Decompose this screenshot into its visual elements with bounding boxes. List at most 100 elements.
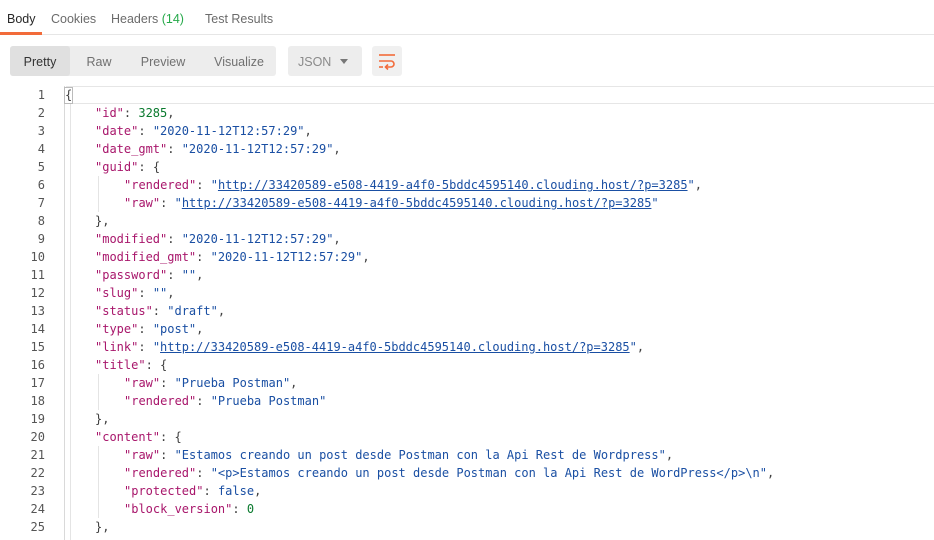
code-line: 3 "date": "2020-11-12T12:57:29",: [0, 122, 934, 140]
line-number: 2: [37, 106, 45, 120]
json-key: "rendered": [124, 178, 197, 192]
code-line: 19},: [0, 410, 934, 428]
code-text: "guid": {: [95, 160, 161, 174]
json-link[interactable]: http://33420589-e508-4419-a4f0-5bddc4595…: [160, 340, 630, 354]
line-number: 25: [30, 520, 45, 534]
code-line: 16 "title": {: [0, 356, 934, 374]
code-text: "rendered": "<p>Estamos creando un post …: [124, 466, 775, 480]
code-text: "date": "2020-11-12T12:57:29",: [95, 124, 312, 138]
code-line: 5 "guid": {: [0, 158, 934, 176]
code-text: "type": "post",: [95, 322, 204, 336]
headers-count-badge: (14): [161, 12, 184, 26]
code-line: 17 "raw": "Prueba Postman",: [0, 374, 934, 392]
line-number: 5: [37, 160, 45, 174]
code-line: 14 "type": "post",: [0, 320, 934, 338]
json-key: "password": [95, 268, 168, 282]
json-value: 0: [246, 502, 255, 516]
line-number: 16: [30, 358, 45, 372]
json-key: "rendered": [124, 466, 197, 480]
json-key: "link": [95, 340, 139, 354]
code-line: 1{: [0, 86, 934, 104]
line-number: 6: [37, 178, 45, 192]
code-line: 11 "password": "",: [0, 266, 934, 284]
json-value: },: [95, 214, 110, 228]
line-number: 10: [30, 250, 45, 264]
code-line: 10 "modified_gmt": "2020-11-12T12:57:29",: [0, 248, 934, 266]
code-text: "status": "draft",: [95, 304, 226, 318]
json-key: "raw": [124, 448, 161, 462]
json-key: "modified_gmt": [95, 250, 197, 264]
code-text: },: [95, 212, 109, 230]
line-number: 21: [30, 448, 45, 462]
visualize-button[interactable]: Visualize: [206, 46, 272, 76]
code-line: 25},: [0, 518, 934, 536]
json-value: "Prueba Postman": [210, 394, 327, 408]
line-number: 24: [30, 502, 45, 516]
json-value: "": [152, 286, 168, 300]
line-number: 3: [37, 124, 45, 138]
tab-test-results[interactable]: Test Results: [205, 0, 273, 34]
code-text: "rendered": "Prueba Postman": [124, 394, 327, 408]
json-link[interactable]: http://33420589-e508-4419-a4f0-5bddc4595…: [182, 196, 652, 210]
json-key: "id": [95, 106, 124, 120]
code-text: {: [64, 86, 74, 104]
line-number: 1: [37, 88, 45, 102]
line-number: 11: [30, 268, 45, 282]
code-text: "raw": "Estamos creando un post desde Po…: [124, 448, 674, 462]
tab-body[interactable]: Body: [7, 0, 36, 34]
json-key: "raw": [124, 196, 161, 210]
json-value: "post": [152, 322, 197, 336]
json-link[interactable]: http://33420589-e508-4419-a4f0-5bddc4595…: [218, 178, 688, 192]
wrap-lines-button[interactable]: [372, 46, 402, 76]
json-value: },: [95, 520, 110, 534]
json-value: "2020-11-12T12:57:29": [210, 250, 363, 264]
json-value: "draft": [167, 304, 218, 318]
json-key: "title": [95, 358, 146, 372]
code-line: 4 "date_gmt": "2020-11-12T12:57:29",: [0, 140, 934, 158]
wrap-lines-icon: [379, 54, 395, 71]
line-number: 15: [30, 340, 45, 354]
json-value: "2020-11-12T12:57:29": [152, 124, 305, 138]
line-number: 23: [30, 484, 45, 498]
code-line: 9 "modified": "2020-11-12T12:57:29",: [0, 230, 934, 248]
tab-label: Headers: [111, 12, 159, 26]
json-key: "modified": [95, 232, 168, 246]
json-key: "rendered": [124, 394, 197, 408]
code-text: },: [95, 410, 109, 428]
json-key: "date": [95, 124, 139, 138]
code-text: "modified_gmt": "2020-11-12T12:57:29",: [95, 250, 370, 264]
line-number: 17: [30, 376, 45, 390]
code-text: "id": 3285,: [95, 106, 175, 120]
json-value: "": [181, 268, 197, 282]
code-text: "title": {: [95, 358, 168, 372]
line-number: 19: [30, 412, 45, 426]
line-number: 22: [30, 466, 45, 480]
raw-button[interactable]: Raw: [76, 46, 122, 76]
code-line: 15 "link": "http://33420589-e508-4419-a4f…: [0, 338, 934, 356]
code-line: 18 "rendered": "Prueba Postman": [0, 392, 934, 410]
code-text: "date_gmt": "2020-11-12T12:57:29",: [95, 142, 341, 156]
code-text: "rendered": "http://33420589-e508-4419-a…: [124, 178, 703, 192]
pretty-button[interactable]: Pretty: [10, 46, 70, 76]
json-key: "slug": [95, 286, 139, 300]
code-text: "raw": "http://33420589-e508-4419-a4f0-5…: [124, 196, 659, 210]
format-select[interactable]: JSON: [288, 46, 362, 76]
line-number: 14: [30, 322, 45, 336]
tab-headers[interactable]: Headers (14): [111, 0, 184, 34]
code-text: "link": "http://33420589-e508-4419-a4f0-…: [95, 340, 645, 354]
code-text: "raw": "Prueba Postman",: [124, 376, 298, 390]
line-number: 13: [30, 304, 45, 318]
json-key: "status": [95, 304, 153, 318]
tab-cookies[interactable]: Cookies: [51, 0, 96, 34]
tab-label: Cookies: [51, 12, 97, 26]
line-number: 12: [30, 286, 45, 300]
response-body-editor[interactable]: 1{2 "id": 3285, 3 "date": "2020-11-12T12:57…: [0, 86, 934, 540]
json-value: 3285: [138, 106, 168, 120]
preview-button[interactable]: Preview: [134, 46, 192, 76]
json-key: "block_version": [124, 502, 233, 516]
json-value: {: [152, 160, 161, 174]
line-number: 18: [30, 394, 45, 408]
code-text: "content": {: [95, 430, 182, 444]
code-line: 20 "content": {: [0, 428, 934, 446]
json-value: },: [95, 412, 110, 426]
